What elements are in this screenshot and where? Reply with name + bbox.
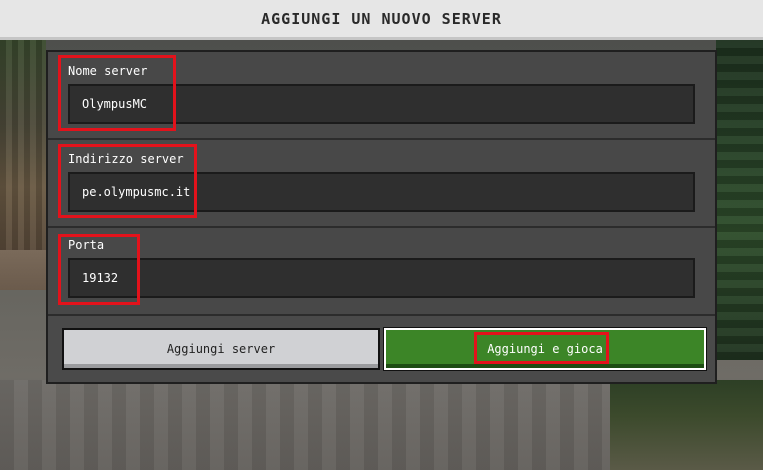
add-and-play-button-label: Aggiungi e gioca (487, 342, 603, 356)
title-bar: AGGIUNGI UN NUOVO SERVER (0, 0, 763, 40)
add-server-button[interactable]: Aggiungi server (62, 328, 380, 370)
background-grass-right (610, 380, 763, 470)
server-port-input[interactable]: 19132 (68, 258, 695, 298)
screen: AGGIUNGI UN NUOVO SERVER Nome server Oly… (0, 0, 763, 470)
server-port-section: Porta 19132 (48, 228, 715, 316)
add-server-button-label: Aggiungi server (166, 342, 276, 356)
server-address-input[interactable]: pe.olympusmc.it (68, 172, 695, 212)
server-name-section: Nome server OlympusMC (48, 52, 715, 140)
server-address-section: Indirizzo server pe.olympusmc.it (48, 140, 715, 228)
add-and-play-button[interactable]: Aggiungi e gioca (383, 327, 707, 371)
server-port-label: Porta (68, 238, 105, 252)
page-title: AGGIUNGI UN NUOVO SERVER (261, 9, 502, 28)
add-server-dialog: Nome server OlympusMC Indirizzo server p… (46, 50, 717, 384)
server-name-label: Nome server (68, 64, 148, 78)
background-dirt-left (0, 250, 46, 290)
server-address-label: Indirizzo server (68, 152, 184, 166)
background-tree-left (0, 40, 46, 250)
background-tree-right (716, 40, 763, 360)
server-name-input[interactable]: OlympusMC (68, 84, 695, 124)
